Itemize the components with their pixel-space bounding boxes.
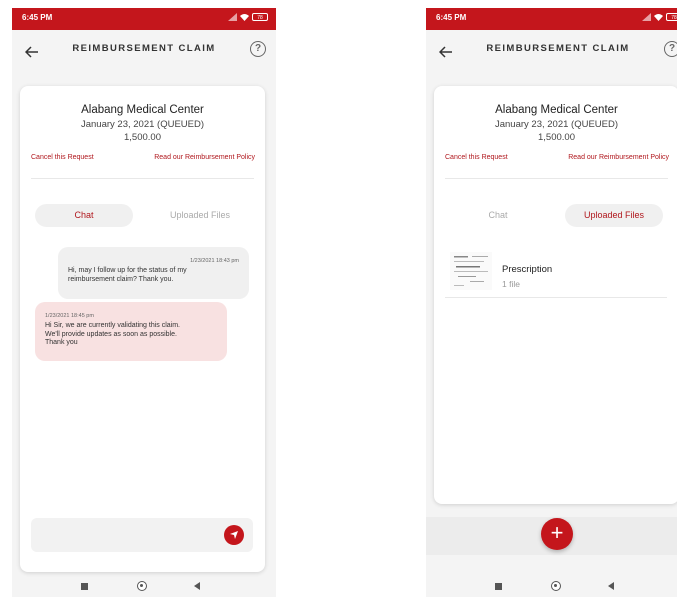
nav-home-icon[interactable] [137,581,147,591]
cancel-request-link[interactable]: Cancel this Request [445,154,508,161]
message-text-line: Hi, may I follow up for the status of my [68,267,187,274]
phone-screen-files: 6:45 PM 78 REIMBURSEMENT CLAIM ? Alabang… [426,8,677,597]
nav-home-icon[interactable] [551,581,561,591]
signal-icon [228,13,237,21]
message-text-line: Thank you [45,339,78,346]
status-icons: 78 [642,13,677,21]
claim-date: January 23, 2021 (QUEUED) [494,119,619,130]
clinic-name: Alabang Medical Center [495,104,618,116]
prescription-thumbnail [450,252,492,290]
message-timestamp: 1/23/2021 18:43 pm [190,258,239,264]
status-time: 6:45 PM [22,13,53,22]
file-count: 1 file [502,279,520,289]
phone-screen-chat: 6:45 PM 78 REIMBURSEMENT CLAIM ? Alabang… [12,8,276,597]
nav-back-icon[interactable] [194,582,200,590]
divider [31,178,254,179]
message-text-line: Hi Sir, we are currently validating this… [45,322,180,329]
help-icon[interactable]: ? [664,41,677,57]
file-name: Prescription [502,264,553,275]
reimbursement-policy-link[interactable]: Read our Reimbursement Policy [154,154,255,161]
battery-icon: 78 [666,13,677,21]
cancel-request-link[interactable]: Cancel this Request [31,154,94,161]
tab-uploaded-files[interactable]: Uploaded Files [151,204,249,227]
claim-date: January 23, 2021 (QUEUED) [80,119,205,130]
page-title: REIMBURSEMENT CLAIM [72,43,216,54]
app-header: REIMBURSEMENT CLAIM ? [12,30,276,72]
tab-uploaded-files[interactable]: Uploaded Files [565,204,663,227]
page-title: REIMBURSEMENT CLAIM [486,43,630,54]
claim-amount: 1,500.00 [124,132,161,143]
app-header: REIMBURSEMENT CLAIM ? [426,30,677,72]
system-nav-bar [12,576,276,597]
claim-amount: 1,500.00 [538,132,575,143]
send-icon [230,531,238,539]
chat-message-incoming: 1/23/2021 18:45 pm Hi Sir, we are curren… [35,302,227,361]
add-file-button[interactable]: + [541,518,573,550]
divider [445,178,668,179]
system-nav-bar [426,576,677,597]
signal-icon [642,13,651,21]
clinic-name: Alabang Medical Center [81,104,204,116]
status-bar: 6:45 PM 78 [12,8,276,30]
status-time: 6:45 PM [436,13,467,22]
nav-back-icon[interactable] [608,582,614,590]
tab-chat[interactable]: Chat [449,204,547,227]
status-icons: 78 [228,13,268,21]
wifi-icon [240,14,249,21]
message-input[interactable] [31,518,253,552]
nav-recents-icon[interactable] [495,583,502,590]
nav-recents-icon[interactable] [81,583,88,590]
help-icon[interactable]: ? [250,41,266,57]
chat-message-outgoing: 1/23/2021 18:43 pm Hi, may I follow up f… [58,247,249,299]
message-timestamp: 1/23/2021 18:45 pm [45,313,94,319]
divider [445,297,667,298]
message-text-line: reimbursement claim? Thank you. [68,275,174,283]
send-button[interactable] [224,525,244,545]
claim-card: Alabang Medical Center January 23, 2021 … [434,86,677,504]
uploaded-file-item[interactable]: Prescription 1 file [445,246,667,298]
battery-icon: 78 [252,13,268,21]
tab-chat[interactable]: Chat [35,204,133,227]
reimbursement-policy-link[interactable]: Read our Reimbursement Policy [568,154,669,161]
status-bar: 6:45 PM 78 [426,8,677,30]
wifi-icon [654,14,663,21]
message-text-line: We'll provide updates as soon as possibl… [45,330,177,338]
claim-card: Alabang Medical Center January 23, 2021 … [20,86,265,572]
